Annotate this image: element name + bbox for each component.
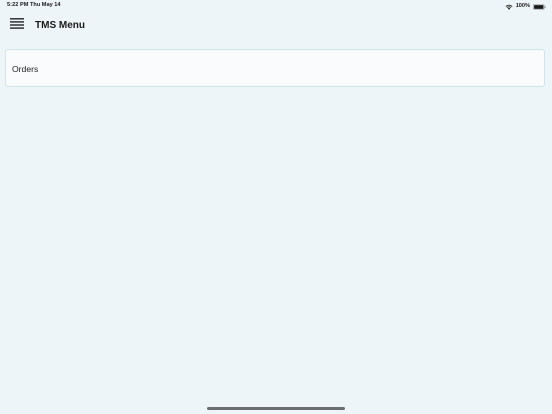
menu-list: Orders [5,49,545,87]
hamburger-menu-button[interactable] [8,17,26,33]
battery-percent: 100% [515,2,530,9]
home-indicator [207,407,345,410]
app-header: TMS Menu [0,11,552,41]
status-bar: 5:22 PM Thu May 14 100% [0,0,552,11]
menu-item-orders[interactable]: Orders [6,50,544,86]
status-time: 5:22 PM [7,2,29,8]
status-indicators: 100% [505,1,546,10]
page-title: TMS Menu [35,20,85,31]
hamburger-menu-icon [10,16,24,34]
status-date: Thu May 14 [30,2,61,8]
menu-item-label: Orders [12,64,39,74]
